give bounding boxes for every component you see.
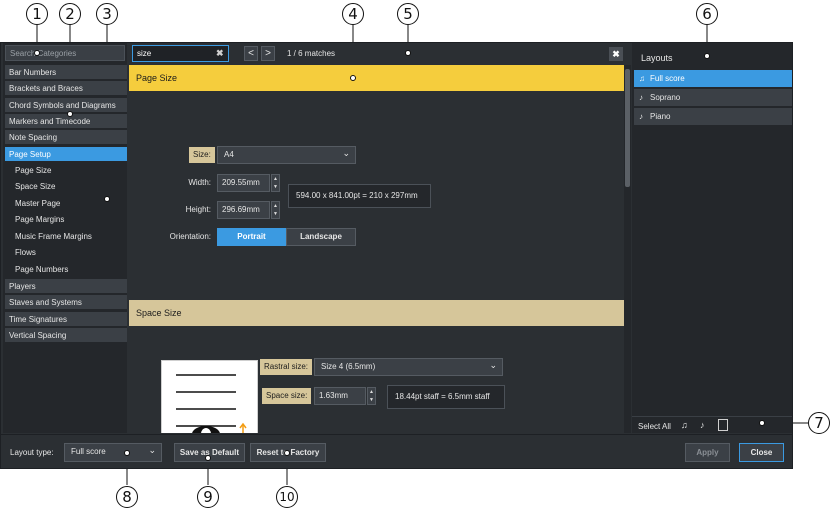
layout-item-soprano[interactable]: ♪ Soprano — [634, 89, 792, 106]
space-size-stepper[interactable]: ▲ ▼ — [367, 387, 376, 405]
subcategory-master-page[interactable]: Master Page — [15, 199, 60, 208]
layout-item-label: Soprano — [650, 93, 681, 102]
select-all-button[interactable]: Select All — [638, 422, 671, 431]
callout-anchor-dot — [104, 196, 110, 202]
layout-item-label: Full score — [650, 74, 685, 83]
width-stepper[interactable]: ▲ ▼ — [271, 174, 280, 192]
select-parts-icon[interactable]: ♪ — [700, 420, 705, 430]
close-find-button[interactable]: ✖ — [609, 47, 623, 61]
width-label: Width: — [188, 178, 211, 187]
height-field[interactable]: 296.69mm — [217, 201, 270, 219]
callout-anchor-dot — [759, 420, 765, 426]
category-time-signatures[interactable]: Time Signatures — [5, 312, 127, 326]
space-size-label: Space size: — [262, 388, 312, 404]
category-chord-symbols[interactable]: Chord Symbols and Diagrams — [5, 98, 127, 112]
height-label: Height: — [185, 205, 211, 214]
select-full-scores-icon[interactable]: ♫ — [681, 420, 688, 430]
callout-4: 4 — [342, 3, 364, 25]
rastral-size-label: Rastral size: — [260, 359, 313, 375]
dialog-button-bar: Layout type: Full score ⌄ Save as Defaul… — [1, 434, 792, 468]
section-header-page-size[interactable]: Page Size — [129, 65, 624, 91]
find-input[interactable]: size — [132, 45, 229, 62]
category-staves-and-systems[interactable]: Staves and Systems — [5, 295, 127, 309]
section-header-space-size[interactable]: Space Size — [129, 300, 624, 326]
category-bar-numbers[interactable]: Bar Numbers — [5, 65, 127, 79]
options-pane: Page Size Size: A4 ⌄ Width: 209.55mm ▲ ▼ … — [129, 65, 624, 433]
layout-item-label: Piano — [650, 112, 671, 121]
callout-anchor-dot — [350, 75, 356, 81]
callout-2: 2 — [59, 3, 81, 25]
chevron-down-icon: ⌄ — [489, 360, 497, 370]
next-match-button[interactable]: > — [261, 46, 275, 61]
subcategory-music-frame-margins[interactable]: Music Frame Margins — [15, 232, 92, 241]
category-vertical-spacing[interactable]: Vertical Spacing — [5, 328, 127, 342]
callout-8: 8 — [116, 486, 138, 508]
callout-1: 1 — [26, 3, 48, 25]
space-size-field[interactable]: 1.63mm — [314, 387, 366, 405]
callout-10: 10 — [276, 486, 298, 508]
callout-anchor-dot — [284, 450, 290, 456]
portrait-button[interactable]: Portrait — [217, 228, 286, 246]
callout-anchor-dot — [405, 50, 411, 56]
apply-button[interactable]: Apply — [685, 443, 730, 462]
layout-item-full-score[interactable]: ♫ Full score — [634, 70, 792, 87]
layouts-title: Layouts — [641, 53, 673, 63]
category-search-input[interactable]: Search Categories — [5, 45, 125, 61]
landscape-button[interactable]: Landscape — [286, 228, 356, 246]
subcategory-page-size[interactable]: Page Size — [15, 166, 51, 175]
chevron-down-icon: ⌄ — [148, 445, 156, 455]
chevron-down-icon: ⌄ — [342, 148, 350, 158]
rastral-size-dropdown[interactable]: Size 4 (6.5mm) ⌄ — [314, 358, 503, 376]
subcategory-space-size[interactable]: Space Size — [15, 182, 55, 191]
callout-anchor-dot — [34, 50, 40, 56]
callout-anchor-dot — [205, 455, 211, 461]
callout-7: 7 — [808, 412, 830, 434]
layout-type-label: Layout type: — [10, 448, 54, 457]
options-scrollbar-thumb[interactable] — [625, 69, 630, 187]
callout-6: 6 — [696, 3, 718, 25]
height-stepper[interactable]: ▲ ▼ — [271, 201, 280, 219]
size-value: A4 — [224, 150, 234, 159]
staff-preview-icon — [176, 374, 247, 433]
layout-type-value: Full score — [71, 447, 106, 456]
full-score-icon: ♫ — [639, 74, 645, 83]
layouts-selection-bar: Select All ♫ ♪ — [632, 416, 792, 433]
layout-item-piano[interactable]: ♪ Piano — [634, 108, 792, 125]
width-field[interactable]: 209.55mm — [217, 174, 270, 192]
staff-size-preview — [161, 360, 258, 433]
subcategory-flows[interactable]: Flows — [15, 248, 36, 257]
callout-anchor-dot — [704, 53, 710, 59]
layout-type-dropdown[interactable]: Full score ⌄ — [64, 443, 162, 462]
size-label: Size: — [189, 147, 215, 163]
category-brackets-and-braces[interactable]: Brackets and Braces — [5, 81, 127, 95]
previous-match-button[interactable]: < — [244, 46, 258, 61]
orientation-label: Orientation: — [169, 232, 211, 241]
rastral-size-value: Size 4 (6.5mm) — [321, 362, 376, 371]
category-note-spacing[interactable]: Note Spacing — [5, 130, 127, 144]
part-icon: ♪ — [639, 93, 643, 102]
clear-search-icon[interactable]: ✖ — [216, 48, 224, 59]
match-count: 1 / 6 matches — [287, 49, 336, 58]
part-icon: ♪ — [639, 112, 643, 121]
callout-anchor-dot — [67, 111, 73, 117]
close-button[interactable]: Close — [739, 443, 784, 462]
subcategory-page-numbers[interactable]: Page Numbers — [15, 265, 68, 274]
category-players[interactable]: Players — [5, 279, 127, 293]
select-custom-layouts-icon[interactable] — [718, 419, 728, 431]
callout-anchor-dot — [124, 450, 130, 456]
layouts-panel: Layouts ♫ Full score ♪ Soprano ♪ Piano Sele… — [632, 43, 792, 433]
page-dimensions-info: 594.00 x 841.00pt = 210 x 297mm — [288, 184, 431, 208]
size-dropdown[interactable]: A4 ⌄ — [217, 146, 356, 164]
category-page-setup[interactable]: Page Setup — [5, 147, 127, 161]
category-markers-and-timecode[interactable]: Markers and Timecode — [5, 114, 127, 128]
layout-options-dialog: Search Categories Bar Numbers Brackets a… — [0, 42, 793, 469]
staff-size-info: 18.44pt staff = 6.5mm staff — [387, 385, 505, 409]
subcategory-page-margins[interactable]: Page Margins — [15, 215, 64, 224]
callout-9: 9 — [197, 486, 219, 508]
callout-5: 5 — [397, 3, 419, 25]
category-panel: Search Categories Bar Numbers Brackets a… — [3, 43, 127, 433]
callout-3: 3 — [96, 3, 118, 25]
